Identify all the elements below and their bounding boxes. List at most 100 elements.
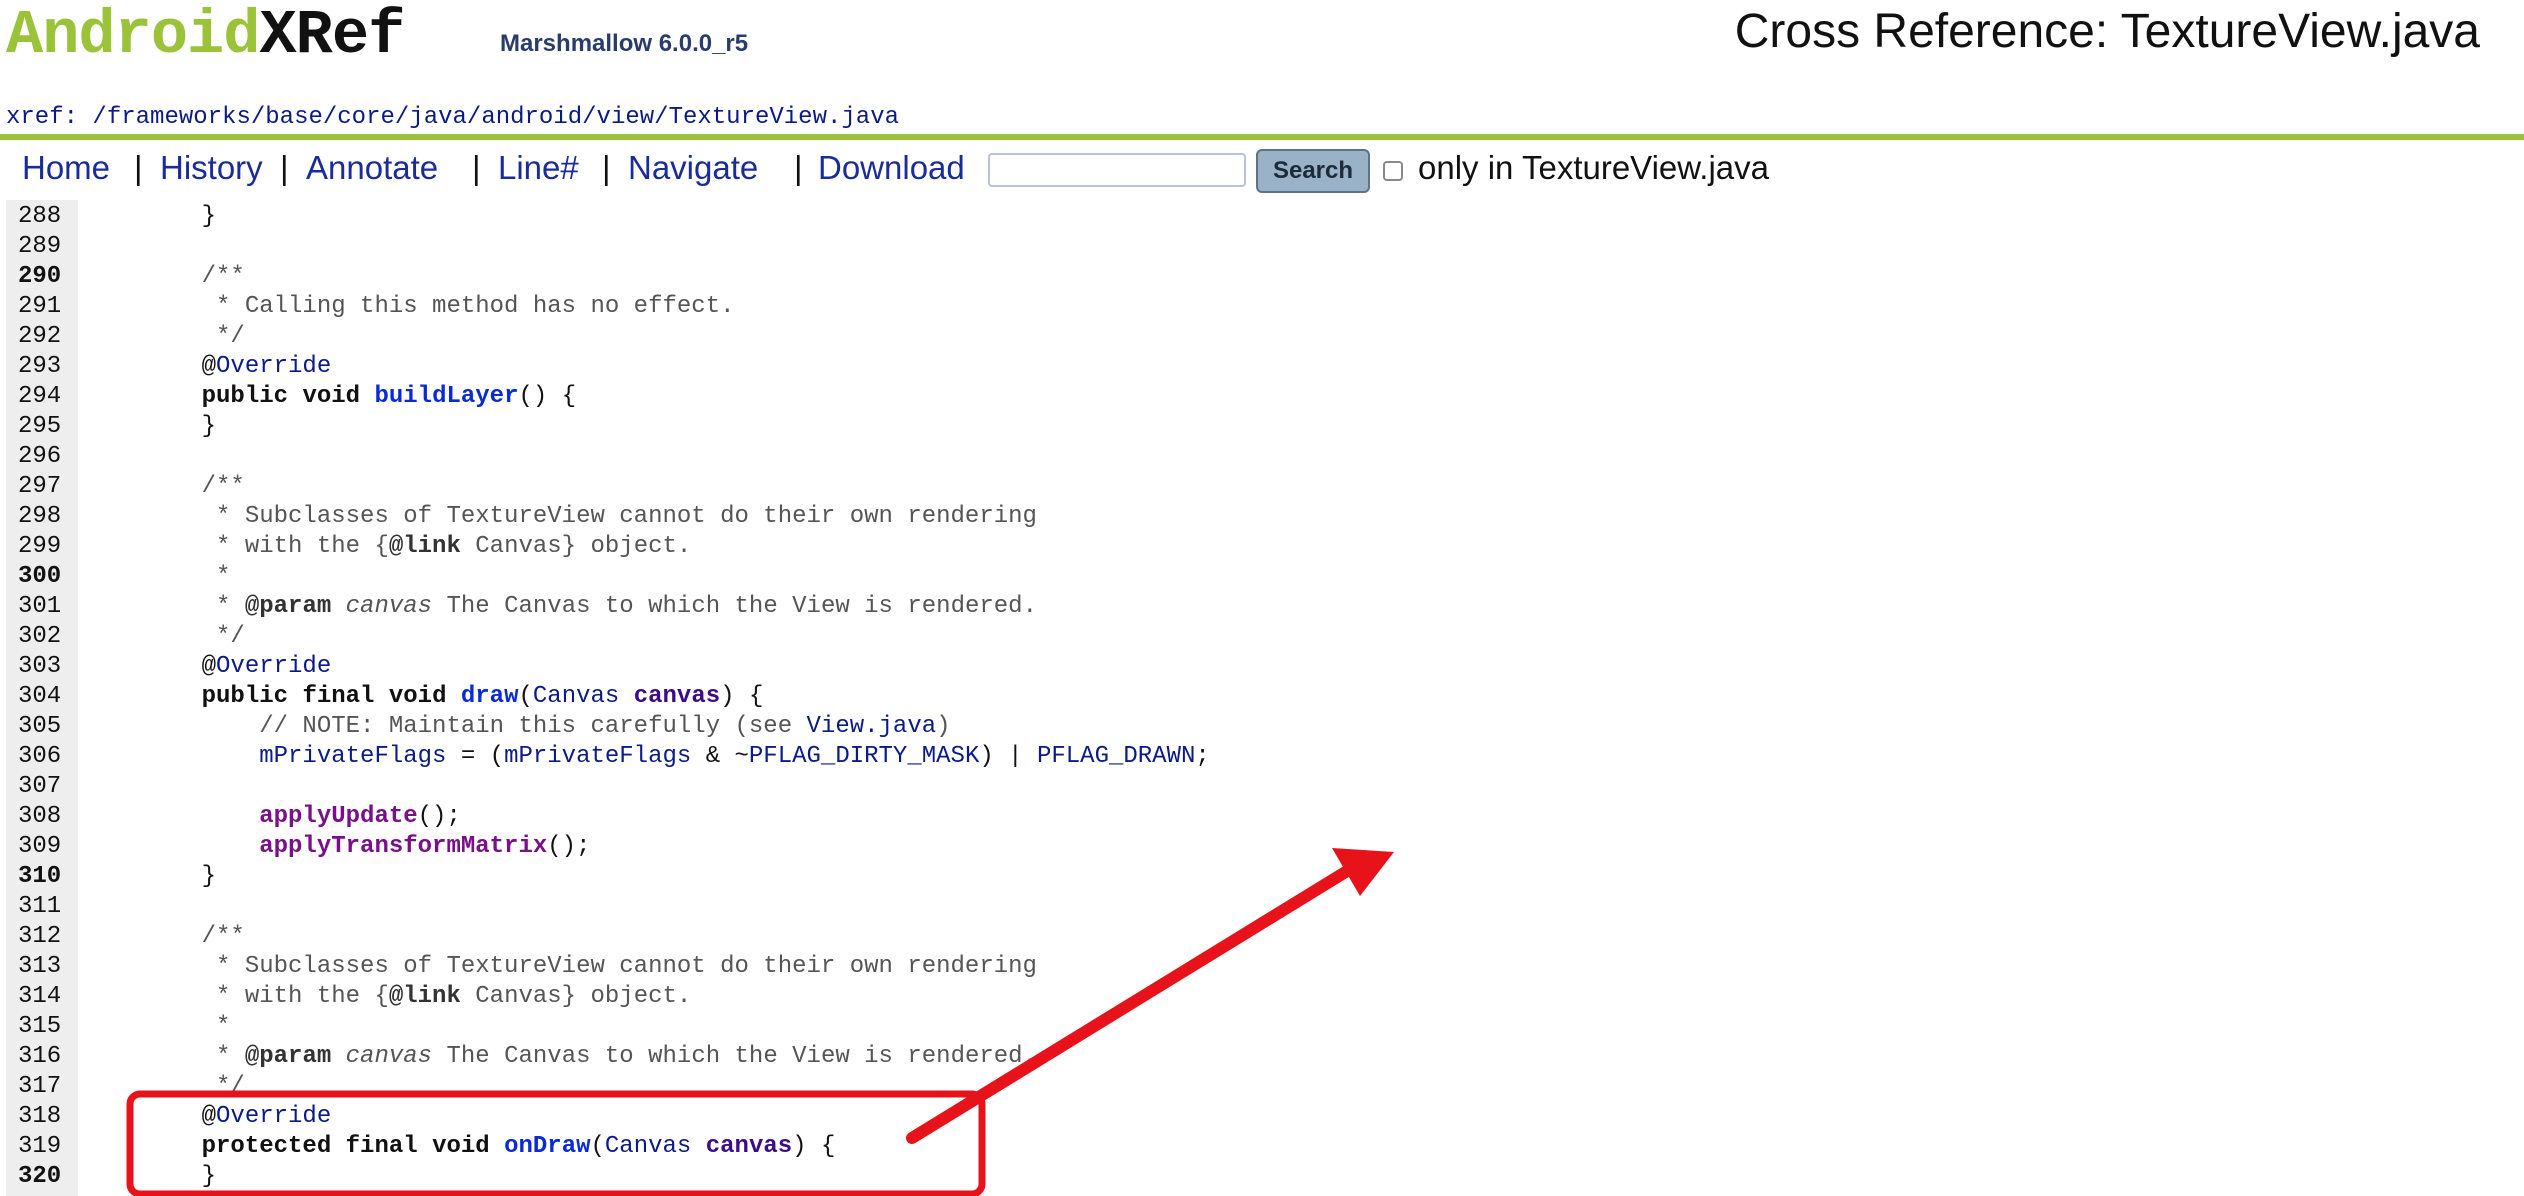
line-number-anchor[interactable]: 310 <box>18 862 78 892</box>
line-number-anchor[interactable]: 299 <box>18 532 78 562</box>
code-text: */ <box>144 1073 245 1100</box>
logo-android-text: Android <box>6 0 260 71</box>
code-text: protected final void onDraw(Canvas canva… <box>201 1133 836 1160</box>
code-text: // NOTE: Maintain this carefully (see Vi… <box>144 713 951 740</box>
menu-separator: | <box>134 149 143 186</box>
code-line: 313 * Subclasses of TextureView cannot d… <box>0 952 2524 982</box>
code-text: * Calling this method has no effect. <box>144 293 735 320</box>
breadcrumb-colon: : <box>63 104 79 131</box>
code-text: public final void draw(Canvas canvas) { <box>201 683 764 710</box>
header-divider <box>0 134 2524 140</box>
menu-annotate-link[interactable]: Annotate <box>306 149 438 187</box>
breadcrumb-xref-link[interactable]: xref <box>6 104 64 131</box>
search-button[interactable]: Search <box>1256 149 1370 193</box>
line-number-anchor[interactable]: 301 <box>18 592 78 622</box>
header: AndroidXRef Marshmallow 6.0.0_r5 Cross R… <box>0 0 2524 140</box>
line-number-anchor[interactable]: 318 <box>18 1102 78 1132</box>
line-number-anchor[interactable]: 313 <box>18 952 78 982</box>
line-number-anchor[interactable]: 288 <box>18 202 78 232</box>
menu-line-numbers-link[interactable]: Line# <box>498 149 579 187</box>
code-line: 315 * <box>0 1012 2524 1042</box>
line-number-anchor[interactable]: 316 <box>18 1042 78 1072</box>
line-number-anchor[interactable]: 294 <box>18 382 78 412</box>
search-input[interactable] <box>988 153 1246 187</box>
code-text: */ <box>144 623 245 650</box>
androidxref-logo[interactable]: AndroidXRef <box>6 0 405 71</box>
line-number-anchor[interactable]: 296 <box>18 442 78 472</box>
menu-bar: Home | History | Annotate | Line# | Navi… <box>0 141 2524 197</box>
menu-history-link[interactable]: History <box>160 149 263 187</box>
page-title: Cross Reference: TextureView.java <box>1734 5 2480 58</box>
version-label[interactable]: Marshmallow 6.0.0_r5 <box>500 30 748 58</box>
menu-separator: | <box>472 149 481 186</box>
code-text: } <box>144 203 217 230</box>
code-text: /** <box>144 923 245 950</box>
line-number-anchor[interactable]: 297 <box>18 472 78 502</box>
code-text: /** <box>144 263 245 290</box>
line-number-anchor[interactable]: 303 <box>18 652 78 682</box>
line-number-anchor[interactable]: 298 <box>18 502 78 532</box>
line-number-anchor[interactable]: 289 <box>18 232 78 262</box>
code-text: applyUpdate(); <box>259 803 461 830</box>
line-number-anchor[interactable]: 300 <box>18 562 78 592</box>
code-line: 306 mPrivateFlags = (mPrivateFlags & ~PF… <box>0 742 2524 772</box>
breadcrumb-segment[interactable]: core <box>337 104 395 131</box>
line-number-anchor[interactable]: 319 <box>18 1132 78 1162</box>
code-line: 311 <box>0 892 2524 922</box>
code-line: 307 <box>0 772 2524 802</box>
line-number-anchor[interactable]: 320 <box>18 1162 78 1192</box>
code-line: 296 <box>0 442 2524 472</box>
line-number-anchor[interactable]: 292 <box>18 322 78 352</box>
code-line: 300 * <box>0 562 2524 592</box>
line-number-anchor[interactable]: 304 <box>18 682 78 712</box>
code-line: 290 /** <box>0 262 2524 292</box>
code-text: * with the {@link Canvas} object. <box>144 533 692 560</box>
line-number-anchor[interactable]: 306 <box>18 742 78 772</box>
logo-xref-text: XRef <box>259 0 405 71</box>
line-number-anchor[interactable]: 305 <box>18 712 78 742</box>
menu-navigate-link[interactable]: Navigate <box>628 149 758 187</box>
line-number-anchor[interactable]: 308 <box>18 802 78 832</box>
breadcrumb-segment[interactable]: frameworks <box>107 104 251 131</box>
code-line: 317 */ <box>0 1072 2524 1102</box>
line-number-anchor[interactable]: 315 <box>18 1012 78 1042</box>
line-number-anchor[interactable]: 309 <box>18 832 78 862</box>
line-number-anchor[interactable]: 307 <box>18 772 78 802</box>
breadcrumb-segment[interactable]: view <box>597 104 655 131</box>
breadcrumb-segment[interactable]: android <box>481 104 582 131</box>
code-text: public void buildLayer() { <box>201 383 577 410</box>
code-line: 288 } <box>0 202 2524 232</box>
line-number-anchor[interactable]: 290 <box>18 262 78 292</box>
code-text: mPrivateFlags = (mPrivateFlags & ~PFLAG_… <box>259 743 1210 770</box>
line-number-anchor[interactable]: 317 <box>18 1072 78 1102</box>
menu-home-link[interactable]: Home <box>22 149 110 187</box>
code-line: 299 * with the {@link Canvas} object. <box>0 532 2524 562</box>
line-number-anchor[interactable]: 314 <box>18 982 78 1012</box>
line-number-anchor[interactable]: 312 <box>18 922 78 952</box>
line-number-anchor[interactable]: 293 <box>18 352 78 382</box>
code-line: 316 * @param canvas The Canvas to which … <box>0 1042 2524 1072</box>
line-number-anchor[interactable]: 302 <box>18 622 78 652</box>
breadcrumb-segment[interactable]: java <box>409 104 467 131</box>
code-text: applyTransformMatrix(); <box>259 833 591 860</box>
menu-separator: | <box>602 149 611 186</box>
only-in-file-checkbox[interactable] <box>1383 161 1403 181</box>
menu-download-link[interactable]: Download <box>818 149 965 187</box>
code-line: 305 // NOTE: Maintain this carefully (se… <box>0 712 2524 742</box>
line-number-anchor[interactable]: 311 <box>18 892 78 922</box>
code-line: 298 * Subclasses of TextureView cannot d… <box>0 502 2524 532</box>
code-text: @Override <box>144 653 332 680</box>
code-line: 291 * Calling this method has no effect. <box>0 292 2524 322</box>
code-line: 304 public final void draw(Canvas canvas… <box>0 682 2524 712</box>
breadcrumb-segment-current[interactable]: TextureView.java <box>669 104 899 131</box>
code-line: 308 applyUpdate(); <box>0 802 2524 832</box>
code-text: * Subclasses of TextureView cannot do th… <box>144 953 1037 980</box>
source-code-view: 288 } 289 290 /** 291 * Calling this method… <box>0 200 2524 1196</box>
line-number-anchor[interactable]: 291 <box>18 292 78 322</box>
breadcrumb-segment[interactable]: base <box>265 104 323 131</box>
code-line: 312 /** <box>0 922 2524 952</box>
code-line: 310 } <box>0 862 2524 892</box>
code-line: 293 @Override <box>0 352 2524 382</box>
line-number-anchor[interactable]: 295 <box>18 412 78 442</box>
code-line: 302 */ <box>0 622 2524 652</box>
